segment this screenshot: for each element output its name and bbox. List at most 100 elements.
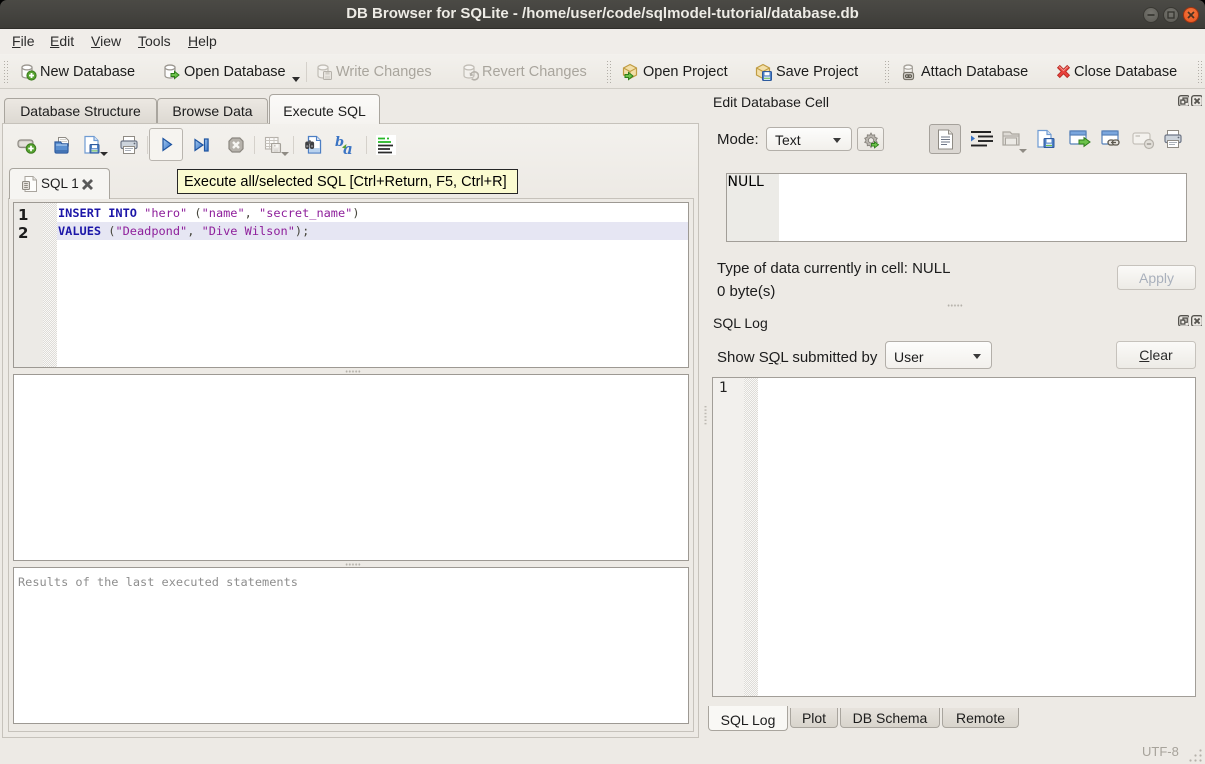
word-wrap-lines-icon[interactable] [375,134,397,156]
bottom-tab-plot[interactable]: Plot [790,708,838,728]
toolbar-open-project[interactable]: Open Project [643,64,728,80]
open-database-dropdown-icon[interactable] [292,77,300,82]
print-cell-icon[interactable] [1162,128,1184,150]
open-sql-file-icon[interactable] [52,134,74,156]
menu-view[interactable]: View [91,33,121,49]
show-sql-label-part: Show S [717,349,769,366]
maximize-button[interactable] [1163,7,1179,23]
dock-splitter-handle[interactable] [947,304,963,307]
sql-token: "hero" [144,206,187,220]
indent-mode-icon[interactable] [970,130,994,150]
toolbar-grip[interactable] [3,60,8,84]
bottom-tab-db-schema[interactable]: DB Schema [840,708,940,728]
dock-close-icon[interactable] [1191,315,1202,326]
sql-token: "secret_name" [259,206,352,220]
print-icon[interactable] [118,134,140,156]
link-data-icon[interactable] [1100,129,1124,151]
toolbar-close-database[interactable]: Close Database [1074,64,1177,80]
sql-token: ( [101,224,115,238]
minimize-button[interactable] [1143,7,1159,23]
sql-toolbar-separator [366,136,367,154]
menu-help[interactable]: Help [188,33,217,49]
toolbar-save-project[interactable]: Save Project [776,64,858,80]
apply-button[interactable]: Apply [1117,265,1196,290]
tab-database-structure[interactable]: Database Structure [4,98,157,123]
find-in-sql-icon[interactable] [303,134,325,156]
mode-combobox[interactable]: Text [766,127,852,151]
sql-log-view[interactable]: 1 [712,377,1196,697]
toolbar-grip[interactable] [1197,60,1202,84]
toolbar-separator [306,62,307,82]
open-database-icon [162,63,180,81]
toolbar-write-changes[interactable]: Write Changes [336,64,432,80]
execute-all-button[interactable] [149,128,183,161]
close-icon [1184,8,1198,22]
editor-fold-margin [43,203,57,367]
open-in-external-icon[interactable] [1068,129,1092,151]
menu-file[interactable]: File [12,33,35,49]
sql-log-filter-combobox[interactable]: User [885,341,992,369]
bottom-tab-remote[interactable]: Remote [942,708,1019,728]
menu-edit[interactable]: Edit [50,33,74,49]
splitter-handle[interactable] [345,563,361,566]
titlebar[interactable]: DB Browser for SQLite - /home/user/code/… [0,0,1205,29]
auto-format-icon[interactable]: b a [335,134,357,156]
sql-code-line: INSERT INTO "hero" ("name", "secret_name… [57,204,688,222]
show-sql-label-mnemonic: Q [769,349,781,366]
edit-cell-dock-title: Edit Database Cell [713,94,829,110]
import-dropdown-icon[interactable] [1019,149,1027,153]
save-results-dropdown-icon[interactable] [281,152,289,156]
text-mode-toggle-button[interactable] [929,124,961,154]
statusbar-encoding: UTF-8 [1142,744,1179,759]
cell-value: NULL [728,174,764,190]
sql-document-icon [21,175,38,193]
write-changes-icon [315,63,333,81]
sql-document-tab[interactable]: SQL 1 [9,168,110,199]
save-project-icon [754,63,772,81]
dock-splitter-handle[interactable] [704,405,707,425]
sql-token: "Dive Wilson" [202,224,295,238]
sql-editor[interactable]: 1 2 INSERT INTO "hero" ("name", "secret_… [13,202,689,368]
dock-close-icon[interactable] [1191,95,1202,106]
dock-float-icon[interactable] [1178,95,1189,106]
sql-tab-close-icon[interactable] [80,177,95,192]
close-button[interactable] [1183,7,1199,23]
export-data-icon[interactable] [1035,128,1057,150]
sql-toolbar-separator [293,136,294,154]
sql-code-line-current: VALUES ("Deadpond", "Dive Wilson"); [57,222,688,240]
menu-tools[interactable]: Tools [138,33,171,49]
clear-button[interactable]: Clear [1116,341,1196,369]
toolbar-new-database[interactable]: New Database [40,64,135,80]
show-sql-label-part: L submitted by [780,349,877,366]
tooltip: Execute all/selected SQL [Ctrl+Return, F… [177,169,518,194]
dock-float-icon[interactable] [1178,315,1189,326]
bottom-tab-sql-log[interactable]: SQL Log [708,706,788,731]
toolbar-grip[interactable] [606,60,611,84]
tab-execute-sql[interactable]: Execute SQL [269,94,380,124]
toolbar-open-database[interactable]: Open Database [184,64,286,80]
results-message-panel[interactable]: Results of the last executed statements [13,567,689,724]
toolbar-grip[interactable] [884,60,889,84]
sql-token: , [187,224,201,238]
execute-current-line-icon[interactable] [192,134,214,156]
resize-grip-icon[interactable] [1188,748,1203,763]
stop-icon[interactable] [225,134,247,156]
sql-token: VALUES [58,224,101,238]
clear-button-label: lear [1149,347,1172,363]
new-sql-tab-icon[interactable] [16,134,38,156]
splitter-handle[interactable] [345,370,361,373]
toolbar-attach-database[interactable]: Attach Database [921,64,1028,80]
log-line-number-gutter [713,378,744,696]
log-line-number: 1 [719,380,728,396]
save-sql-dropdown-icon[interactable] [100,152,108,156]
sql-token: "Deadpond" [115,224,187,238]
import-in-mode-button[interactable] [857,127,884,151]
clear-button-mnemonic: C [1139,347,1149,363]
toolbar-revert-changes[interactable]: Revert Changes [482,64,587,80]
import-data-icon[interactable] [1000,128,1022,150]
tab-browse-data[interactable]: Browse Data [157,98,268,123]
cell-type-label: Type of data currently in cell: NULL [717,260,950,277]
cell-editor[interactable]: NULL [726,173,1187,242]
null-value-icon[interactable] [1132,132,1156,150]
close-database-icon [1055,63,1073,81]
